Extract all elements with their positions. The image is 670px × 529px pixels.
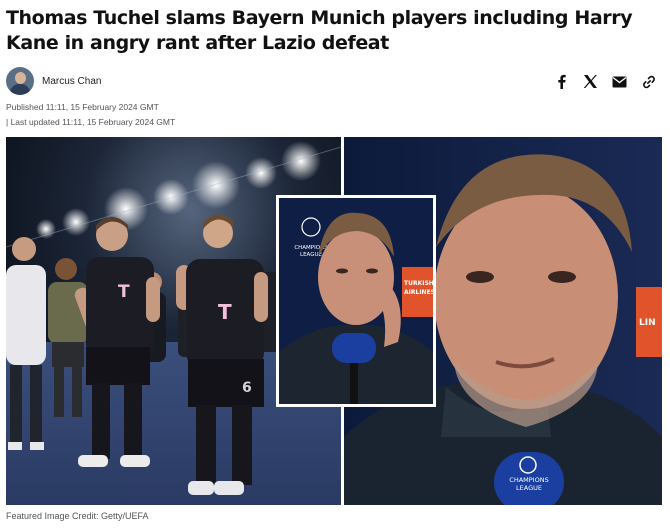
link-icon[interactable] bbox=[639, 72, 658, 91]
published-date: Published 11:11, 15 February 2024 GMT bbox=[6, 102, 159, 112]
svg-text:6: 6 bbox=[242, 380, 252, 396]
svg-text:T: T bbox=[218, 300, 232, 324]
svg-text:TURKISH: TURKISH bbox=[404, 280, 434, 287]
article-meta: Published 11:11, 15 February 2024 GMT | … bbox=[6, 100, 175, 130]
x-icon[interactable] bbox=[581, 72, 600, 91]
svg-text:LIN: LIN bbox=[639, 318, 656, 328]
article-headline: Thomas Tuchel slams Bayern Munich player… bbox=[6, 7, 633, 54]
facebook-icon[interactable] bbox=[552, 72, 571, 91]
image-caption: Featured Image Credit: Getty/UEFA bbox=[6, 511, 149, 521]
author-name[interactable]: Marcus Chan bbox=[42, 76, 101, 87]
share-bar bbox=[552, 72, 658, 91]
email-icon[interactable] bbox=[610, 72, 629, 91]
tuchel-inset-photo: CHAMPIONS LEAGUE TURKISH AIRLINES bbox=[276, 195, 436, 407]
updated-date: | Last updated 11:11, 15 February 2024 G… bbox=[6, 117, 176, 127]
featured-image: T T 6 LIN CHAMPIONS LEAGUE CHAMPIONS LEA… bbox=[6, 137, 662, 505]
byline: Marcus Chan bbox=[6, 66, 101, 96]
svg-text:LEAGUE: LEAGUE bbox=[516, 484, 542, 492]
author-avatar[interactable] bbox=[6, 67, 34, 95]
svg-text:T: T bbox=[118, 282, 130, 302]
svg-text:CHAMPIONS: CHAMPIONS bbox=[509, 476, 548, 484]
svg-text:AIRLINES: AIRLINES bbox=[404, 289, 435, 296]
